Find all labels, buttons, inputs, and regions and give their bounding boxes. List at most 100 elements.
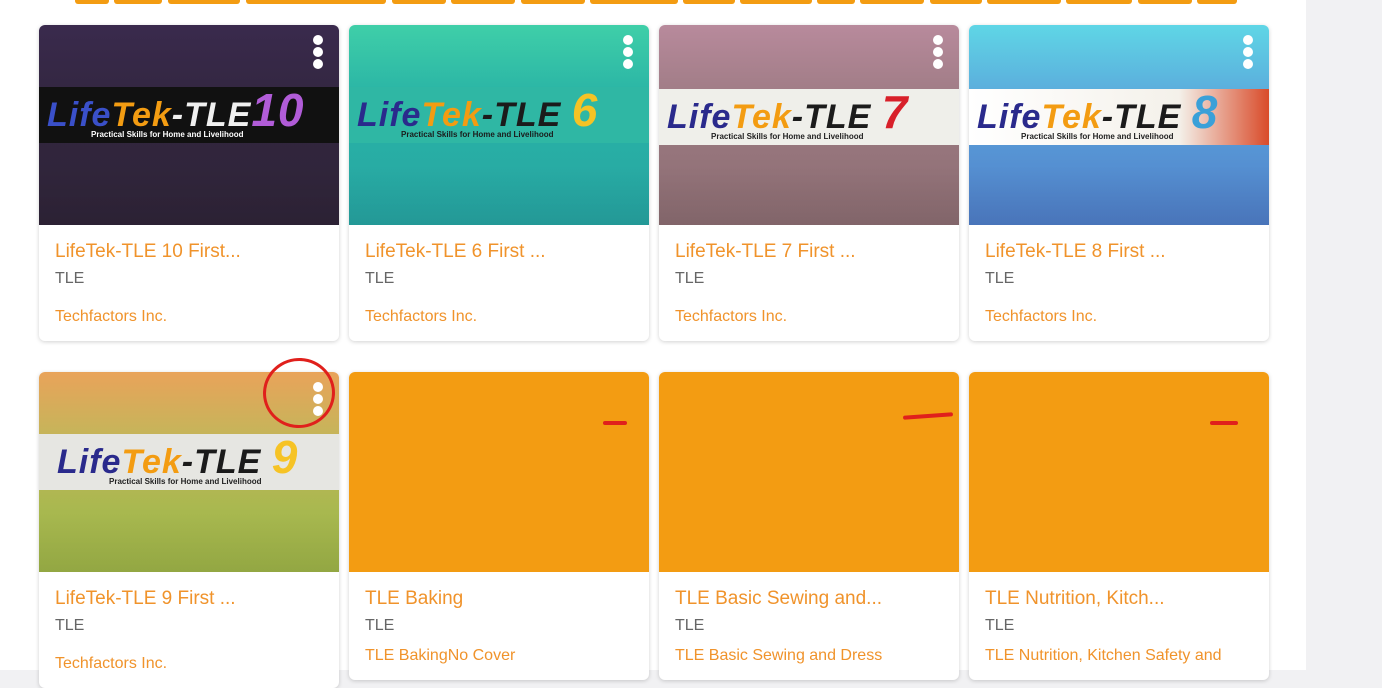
course-cover-blank[interactable] <box>659 372 959 572</box>
course-title[interactable]: LifeTek-TLE 10 First... <box>55 237 323 267</box>
cover-tagline: Practical Skills for Home and Livelihood <box>711 132 864 141</box>
course-subject: TLE <box>55 617 85 634</box>
cover-banner: LifeTek-TLE 7 Practical Skills for Home … <box>659 89 959 145</box>
course-publisher[interactable]: Techfactors Inc. <box>55 307 323 327</box>
cover-tagline: Practical Skills for Home and Livelihood <box>109 477 262 486</box>
cover-banner: LifeTek-TLE 9 Practical Skills for Home … <box>39 434 339 490</box>
brand-tle: -TLE <box>791 98 872 136</box>
course-subject: TLE <box>675 617 705 634</box>
cover-tagline: Practical Skills for Home and Livelihood <box>91 130 244 139</box>
card-body: LifeTek-TLE 7 First ... TLE Techfactors … <box>659 225 959 341</box>
kebab-menu-icon[interactable] <box>931 35 945 69</box>
brand-tle: -TLE <box>181 443 262 481</box>
annotation-dash <box>1210 421 1238 425</box>
brand-life: Life <box>357 96 422 134</box>
filter-tab[interactable] <box>683 0 735 4</box>
kebab-menu-icon[interactable] <box>621 35 635 69</box>
course-subject: TLE <box>985 617 1015 634</box>
course-card[interactable]: LifeTek-TLE 7 Practical Skills for Home … <box>659 25 959 341</box>
course-description[interactable]: TLE Basic Sewing and Dress <box>675 646 943 666</box>
cover-banner: LifeTek-TLE 6 Practical Skills for Home … <box>349 87 649 143</box>
brand-tle: -TLE <box>171 96 252 134</box>
annotation-dash <box>603 421 627 425</box>
filter-tab[interactable] <box>740 0 812 4</box>
course-title[interactable]: TLE Nutrition, Kitch... <box>985 584 1253 614</box>
course-description[interactable]: TLE Nutrition, Kitchen Safety and <box>985 646 1253 666</box>
card-body: LifeTek-TLE 9 First ... TLE Techfactors … <box>39 572 339 688</box>
brand-life: Life <box>47 96 112 134</box>
course-cover[interactable]: LifeTek-TLE 8 Practical Skills for Home … <box>969 25 1269 225</box>
grade-number: 6 <box>571 84 599 136</box>
grade-number: 7 <box>881 86 909 138</box>
card-body: LifeTek-TLE 6 First ... TLE Techfactors … <box>349 225 649 341</box>
filter-tab[interactable] <box>817 0 855 4</box>
filter-tab[interactable] <box>246 0 386 4</box>
kebab-menu-icon[interactable] <box>1241 35 1255 69</box>
brand-life: Life <box>57 443 122 481</box>
filter-tab[interactable] <box>590 0 678 4</box>
brand-tek: Tek <box>121 443 182 481</box>
course-cover-blank[interactable] <box>349 372 649 572</box>
course-title[interactable]: TLE Basic Sewing and... <box>675 584 943 614</box>
card-body: LifeTek-TLE 10 First... TLE Techfactors … <box>39 225 339 341</box>
course-description[interactable]: TLE BakingNo Cover <box>365 646 633 666</box>
cover-banner: LifeTek-TLE 8 Practical Skills for Home … <box>969 89 1269 145</box>
course-card[interactable]: TLE Baking TLE TLE BakingNo Cover <box>349 372 649 680</box>
course-publisher[interactable]: Techfactors Inc. <box>55 654 323 674</box>
card-body: TLE Basic Sewing and... TLE TLE Basic Se… <box>659 572 959 680</box>
course-title[interactable]: LifeTek-TLE 9 First ... <box>55 584 323 614</box>
filter-tab[interactable] <box>168 0 240 4</box>
course-cover[interactable]: LifeTek-TLE10 Practical Skills for Home … <box>39 25 339 225</box>
course-subject: TLE <box>365 270 395 287</box>
filter-tab[interactable] <box>75 0 109 4</box>
filter-tab[interactable] <box>521 0 585 4</box>
course-title[interactable]: LifeTek-TLE 6 First ... <box>365 237 633 267</box>
filter-tab[interactable] <box>114 0 162 4</box>
brand-life: Life <box>977 98 1042 136</box>
top-filter-strip <box>0 0 1306 4</box>
filter-tab[interactable] <box>930 0 982 4</box>
course-card[interactable]: TLE Nutrition, Kitch... TLE TLE Nutritio… <box>969 372 1269 680</box>
course-list-panel: LifeTek-TLE10 Practical Skills for Home … <box>0 0 1306 688</box>
course-publisher[interactable]: Techfactors Inc. <box>675 307 943 327</box>
course-card[interactable]: LifeTek-TLE 8 Practical Skills for Home … <box>969 25 1269 341</box>
course-cover[interactable]: LifeTek-TLE 6 Practical Skills for Home … <box>349 25 649 225</box>
filter-tab[interactable] <box>987 0 1061 4</box>
course-subject: TLE <box>675 270 705 287</box>
card-body: TLE Nutrition, Kitch... TLE TLE Nutritio… <box>969 572 1269 680</box>
cover-logo: LifeTek-TLE10 <box>47 87 339 134</box>
cover-logo: LifeTek-TLE 7 <box>667 89 959 136</box>
course-title[interactable]: LifeTek-TLE 7 First ... <box>675 237 943 267</box>
cover-tagline: Practical Skills for Home and Livelihood <box>1021 132 1174 141</box>
card-body: TLE Baking TLE TLE BakingNo Cover <box>349 572 649 680</box>
filter-tab[interactable] <box>1197 0 1237 4</box>
course-card[interactable]: LifeTek-TLE10 Practical Skills for Home … <box>39 25 339 341</box>
course-title[interactable]: LifeTek-TLE 8 First ... <box>985 237 1253 267</box>
course-publisher[interactable]: Techfactors Inc. <box>365 307 633 327</box>
brand-tle: -TLE <box>1101 98 1182 136</box>
kebab-menu-icon[interactable] <box>311 35 325 69</box>
card-body: LifeTek-TLE 8 First ... TLE Techfactors … <box>969 225 1269 341</box>
grade-number: 8 <box>1191 86 1219 138</box>
course-subject: TLE <box>365 617 395 634</box>
brand-tek: Tek <box>111 96 172 134</box>
brand-tek: Tek <box>1041 98 1102 136</box>
course-subject: TLE <box>55 270 85 287</box>
filter-tab[interactable] <box>1138 0 1192 4</box>
filter-tab[interactable] <box>1066 0 1132 4</box>
course-card[interactable]: LifeTek-TLE 6 Practical Skills for Home … <box>349 25 649 341</box>
cover-logo: LifeTek-TLE 9 <box>47 434 339 481</box>
filter-tab[interactable] <box>392 0 446 4</box>
grade-number: 10 <box>251 84 305 136</box>
course-title[interactable]: TLE Baking <box>365 584 633 614</box>
brand-tek: Tek <box>731 98 792 136</box>
brand-tek: Tek <box>421 96 482 134</box>
filter-tab[interactable] <box>860 0 924 4</box>
cover-logo: LifeTek-TLE 6 <box>357 87 649 134</box>
course-publisher[interactable]: Techfactors Inc. <box>985 307 1253 327</box>
cover-logo: LifeTek-TLE 8 <box>977 89 1269 136</box>
course-cover-blank[interactable] <box>969 372 1269 572</box>
grade-number: 9 <box>271 431 299 483</box>
filter-tab[interactable] <box>451 0 515 4</box>
course-cover[interactable]: LifeTek-TLE 7 Practical Skills for Home … <box>659 25 959 225</box>
